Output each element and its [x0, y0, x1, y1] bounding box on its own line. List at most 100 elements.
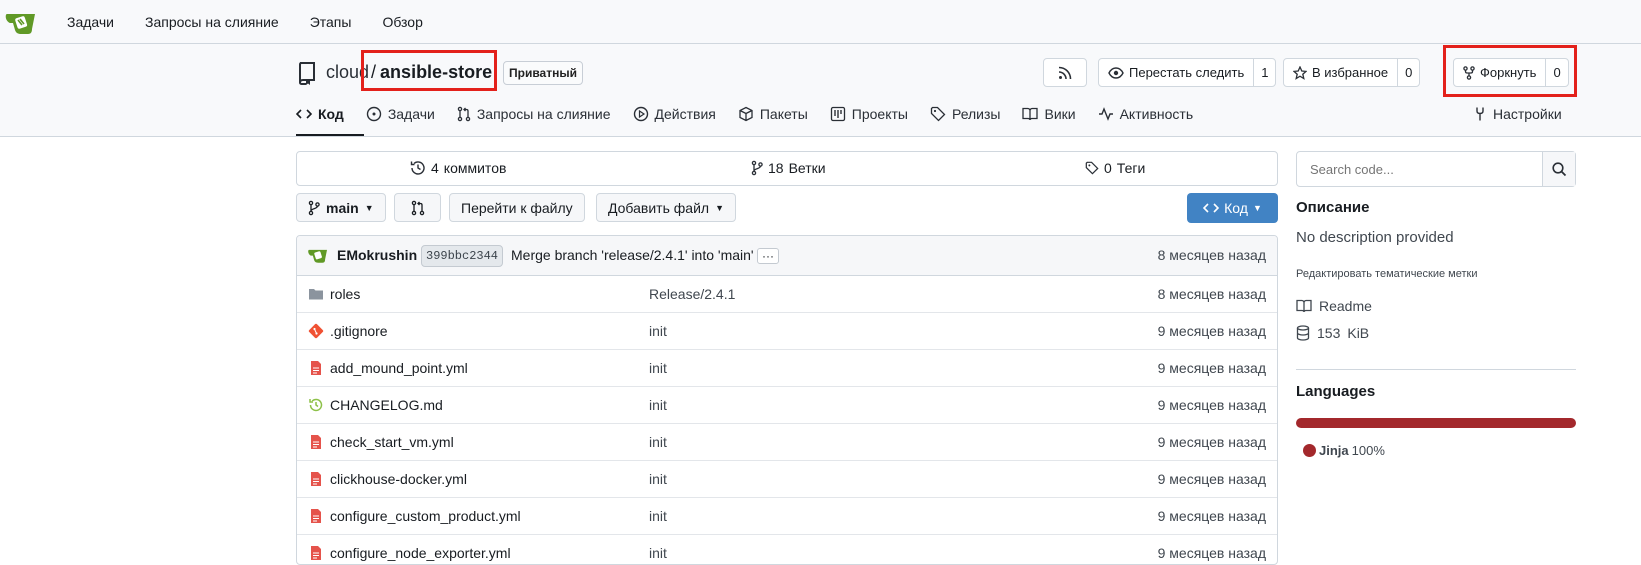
- history-icon: [410, 161, 425, 175]
- branch-name: main: [326, 199, 359, 216]
- tags-stat[interactable]: 0 Теги: [1085, 160, 1145, 176]
- tab-wiki-label: Вики: [1044, 106, 1076, 122]
- nav-issues[interactable]: Задачи: [67, 14, 114, 30]
- rss-button[interactable]: [1043, 58, 1087, 87]
- tab-projects-label: Проекты: [851, 106, 908, 122]
- star-label: В избранное: [1312, 65, 1389, 80]
- tab-packages[interactable]: Пакеты: [738, 99, 808, 129]
- tab-settings[interactable]: Настройки: [1473, 99, 1562, 129]
- tab-issues[interactable]: Задачи: [366, 99, 435, 129]
- commit-sha[interactable]: 399bbc2344: [421, 245, 504, 267]
- commit-message[interactable]: Merge branch 'release/2.4.1' into 'main': [511, 247, 754, 263]
- file-commit-message[interactable]: init: [649, 397, 667, 413]
- tab-code[interactable]: Код: [296, 99, 344, 129]
- language-legend: Jinja 100%: [1303, 443, 1385, 458]
- commit-expand-button[interactable]: ···: [757, 248, 779, 264]
- yaml-file-icon: [308, 471, 324, 487]
- branches-stat[interactable]: 18 Ветки: [751, 160, 826, 176]
- watch-count[interactable]: 1: [1253, 59, 1275, 86]
- yaml-file-icon: [308, 508, 324, 524]
- file-commit-time: 9 месяцев назад: [1157, 545, 1266, 561]
- file-name[interactable]: configure_custom_product.yml: [330, 508, 521, 524]
- file-commit-message[interactable]: init: [649, 434, 667, 450]
- table-row[interactable]: .gitignore init 9 месяцев назад: [297, 313, 1277, 350]
- chevron-down-icon: ▼: [715, 202, 724, 213]
- file-commit-time: 9 месяцев назад: [1157, 471, 1266, 487]
- readme-link[interactable]: Readme: [1296, 298, 1372, 314]
- tab-wiki[interactable]: Вики: [1022, 99, 1076, 129]
- table-row[interactable]: add_mound_point.yml init 9 месяцев назад: [297, 350, 1277, 387]
- tab-releases[interactable]: Релизы: [930, 99, 1001, 129]
- edit-topics-link[interactable]: Редактировать тематические метки: [1296, 268, 1477, 280]
- tab-actions[interactable]: Действия: [633, 99, 716, 129]
- repo-stats-bar: 4 коммитов 18 Ветки 0 Теги: [296, 151, 1278, 186]
- commit-author[interactable]: EMokrushin: [337, 247, 417, 263]
- code-search: [1296, 151, 1576, 187]
- file-name[interactable]: CHANGELOG.md: [330, 397, 443, 413]
- tab-releases-label: Релизы: [951, 106, 1001, 122]
- file-name[interactable]: configure_node_exporter.yml: [330, 545, 511, 561]
- language-percent: 100%: [1351, 443, 1385, 458]
- file-commit-message[interactable]: init: [649, 545, 667, 561]
- tag-icon: [930, 106, 946, 122]
- description-title: Описание: [1296, 199, 1370, 216]
- file-commit-time: 8 месяцев назад: [1157, 286, 1266, 302]
- go-to-file-button[interactable]: Перейти к файлу: [449, 193, 585, 222]
- language-name[interactable]: Jinja: [1319, 443, 1349, 458]
- compare-button[interactable]: [394, 193, 441, 222]
- table-row[interactable]: configure_node_exporter.yml init 9 месяц…: [297, 535, 1277, 564]
- repo-icon: [297, 61, 317, 88]
- branch-selector[interactable]: main ▼: [296, 193, 386, 222]
- file-name[interactable]: roles: [330, 286, 360, 302]
- search-button[interactable]: [1542, 152, 1575, 186]
- commits-stat[interactable]: 4 коммитов: [410, 160, 506, 176]
- clone-code-label: Код: [1224, 200, 1248, 216]
- file-commit-message[interactable]: Release/2.4.1: [649, 286, 735, 302]
- database-icon: [1296, 325, 1310, 341]
- gitea-logo-icon[interactable]: [4, 8, 38, 36]
- file-name[interactable]: add_mound_point.yml: [330, 360, 468, 376]
- star-icon: [1293, 65, 1307, 80]
- tab-pull-requests[interactable]: Запросы на слияние: [457, 99, 611, 129]
- readme-label: Readme: [1319, 298, 1372, 314]
- issue-icon: [366, 106, 382, 122]
- description-text: No description provided: [1296, 229, 1454, 246]
- language-bar: [1296, 418, 1576, 428]
- tab-packages-label: Пакеты: [759, 106, 808, 122]
- file-name[interactable]: check_start_vm.yml: [330, 434, 454, 450]
- book-icon: [1296, 299, 1312, 313]
- table-row[interactable]: roles Release/2.4.1 8 месяцев назад: [297, 276, 1277, 313]
- file-name[interactable]: .gitignore: [330, 323, 388, 339]
- package-icon: [739, 106, 753, 122]
- file-commit-message[interactable]: init: [649, 323, 667, 339]
- file-name[interactable]: clickhouse-docker.yml: [330, 471, 467, 487]
- yaml-file-icon: [308, 360, 324, 376]
- add-file-button[interactable]: Добавить файл ▼: [596, 193, 736, 222]
- chevron-down-icon: ▼: [1252, 203, 1262, 213]
- star-count[interactable]: 0: [1397, 59, 1419, 86]
- table-row[interactable]: CHANGELOG.md init 9 месяцев назад: [297, 387, 1277, 424]
- clone-code-button[interactable]: Код ▼: [1187, 193, 1278, 223]
- changelog-history-icon: [308, 397, 324, 413]
- file-commit-message[interactable]: init: [649, 471, 667, 487]
- nav-explore[interactable]: Обзор: [382, 14, 422, 30]
- tags-label: Теги: [1116, 160, 1146, 176]
- go-to-file-label: Перейти к файлу: [461, 199, 573, 216]
- unwatch-button[interactable]: Перестать следить 1: [1098, 58, 1277, 87]
- table-row[interactable]: configure_custom_product.yml init 9 меся…: [297, 498, 1277, 535]
- active-tab-indicator: [296, 134, 364, 136]
- search-icon: [1551, 161, 1566, 176]
- search-code-input[interactable]: [1297, 152, 1542, 186]
- branches-label: Ветки: [788, 160, 826, 176]
- table-row[interactable]: check_start_vm.yml init 9 месяцев назад: [297, 424, 1277, 461]
- file-commit-message[interactable]: init: [649, 508, 667, 524]
- file-commit-message[interactable]: init: [649, 360, 667, 376]
- tab-activity[interactable]: Активность: [1098, 99, 1193, 129]
- table-row[interactable]: clickhouse-docker.yml init 9 месяцев наз…: [297, 461, 1277, 498]
- tab-projects[interactable]: Проекты: [830, 99, 908, 129]
- star-button[interactable]: В избранное 0: [1283, 58, 1421, 87]
- branches-count: 18: [768, 160, 784, 176]
- unwatch-label: Перестать следить: [1129, 65, 1245, 80]
- nav-pull-requests[interactable]: Запросы на слияние: [145, 14, 279, 30]
- nav-milestones[interactable]: Этапы: [310, 14, 352, 30]
